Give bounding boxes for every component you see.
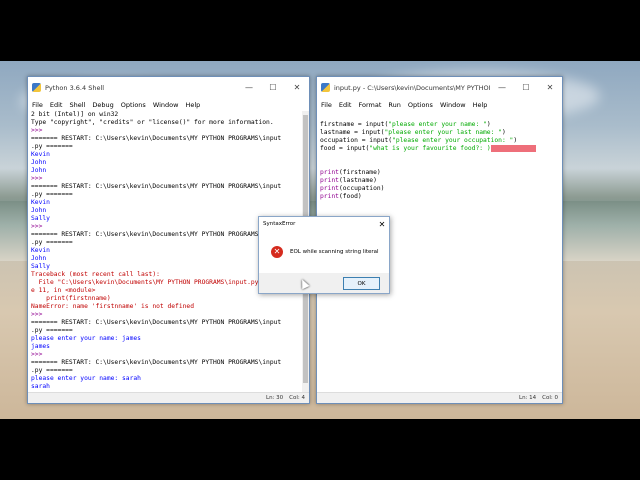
shell-line: sarah (31, 383, 50, 390)
shell-line: >>> (31, 175, 47, 182)
code-token: ) (513, 137, 518, 144)
menu-file[interactable]: File (321, 101, 332, 109)
close-button[interactable]: ✕ (285, 77, 309, 98)
shell-line: Kevin (31, 199, 50, 206)
editor-menubar: File Edit Format Run Options Window Help (317, 98, 562, 111)
line-number: Ln: 30 (266, 395, 284, 401)
ok-button[interactable]: OK (343, 277, 380, 290)
menu-file[interactable]: File (32, 101, 43, 109)
code-token: print (320, 169, 339, 176)
dialog-footer: OK (259, 273, 389, 293)
shell-line: james (31, 343, 50, 350)
code-line: occupation = input("please enter your oc… (320, 137, 562, 145)
error-message: EOL while scanning string literal (290, 249, 379, 255)
code-line: print(lastname) (320, 177, 562, 185)
shell-line: ======= RESTART: C:\Users\kevin\Document… (31, 359, 282, 366)
shell-line: Kevin (31, 151, 50, 158)
menu-options[interactable]: Options (408, 101, 433, 109)
python-icon (321, 83, 330, 92)
shell-line: >>> (31, 127, 47, 134)
code-line: firstname = input("please enter your nam… (320, 121, 562, 129)
code-token: "please enter your name: " (388, 121, 487, 128)
code-token: "please enter your occupation: " (392, 137, 514, 144)
editor-titlebar[interactable]: input.py - C:\Users\kevin\Documents\MY P… (317, 77, 562, 98)
column-number: Col: 4 (289, 395, 305, 401)
menu-format[interactable]: Format (358, 101, 381, 109)
column-number: Col: 0 (542, 395, 558, 401)
close-button[interactable]: ✕ (538, 77, 562, 98)
code-token: (lastname) (338, 177, 377, 184)
shell-line: print(firstnname) (31, 295, 111, 302)
editor-statusbar: Ln: 14 Col: 0 (317, 392, 562, 403)
code-token: "please enter your last name: " (384, 129, 502, 136)
shell-line: ======= RESTART: C:\Users\kevin\Document… (31, 135, 282, 142)
error-icon: ✕ (271, 246, 283, 258)
dialog-titlebar[interactable]: SyntaxError ✕ (259, 217, 389, 231)
minimize-button[interactable]: — (237, 77, 261, 98)
menu-run[interactable]: Run (388, 101, 400, 109)
shell-line: >>> (31, 311, 47, 318)
shell-line: .py ======= (31, 191, 73, 198)
code-token: lastname = input( (320, 129, 385, 136)
menu-help[interactable]: Help (185, 101, 200, 109)
shell-line: please enter your name: james (31, 335, 141, 342)
code-line: print(food) (320, 193, 562, 201)
code-token: (occupation) (338, 185, 385, 192)
shell-line: please enter your name: sarah (31, 375, 141, 382)
code-line: print(occupation) (320, 185, 562, 193)
code-token: (firstname) (338, 169, 381, 176)
shell-line: >>> (31, 351, 47, 358)
shell-line: 2 bit (Intel)] on win32 (31, 111, 119, 118)
menu-help[interactable]: Help (473, 101, 488, 109)
menu-edit[interactable]: Edit (339, 101, 352, 109)
dialog-title: SyntaxError (263, 221, 296, 227)
menu-edit[interactable]: Edit (50, 101, 63, 109)
minimize-button[interactable]: — (490, 77, 514, 98)
code-token: print (320, 177, 339, 184)
syntax-error-dialog[interactable]: SyntaxError ✕ ✕ EOL while scanning strin… (258, 216, 390, 294)
shell-line: .py ======= (31, 143, 73, 150)
code-line: food = input("what is your favourite foo… (320, 145, 562, 153)
shell-line: .py ======= (31, 327, 73, 334)
dialog-body: ✕ EOL while scanning string literal (259, 231, 389, 273)
code-token: "what is your favourite food?: ) (369, 145, 491, 152)
menu-options[interactable]: Options (121, 101, 146, 109)
code-token: print (320, 185, 339, 192)
shell-window-title: Python 3.6.4 Shell (45, 83, 105, 92)
shell-line: ======= RESTART: C:\Users\kevin\Document… (31, 319, 282, 326)
shell-menubar: File Edit Shell Debug Options Window Help (28, 98, 309, 111)
code-line: print(firstname) (320, 169, 562, 177)
maximize-button[interactable]: ☐ (514, 77, 538, 98)
code-token: ) (501, 129, 506, 136)
editor-window-title: input.py - C:\Users\kevin\Documents\MY P… (334, 83, 490, 92)
line-number: Ln: 14 (519, 395, 537, 401)
shell-line: John (31, 167, 47, 174)
code-line: lastname = input("please enter your last… (320, 129, 562, 137)
menu-debug[interactable]: Debug (92, 101, 113, 109)
code-token: food = input( (320, 145, 370, 152)
code-token: (food) (338, 193, 362, 200)
shell-statusbar: Ln: 30 Col: 4 (28, 392, 309, 403)
shell-line: Type "copyright", "credits" or "license(… (31, 119, 274, 126)
shell-line: ======= RESTART: C:\Users\kevin\Document… (31, 183, 282, 190)
shell-line: .py ======= (31, 367, 73, 374)
close-icon[interactable]: ✕ (375, 220, 389, 229)
menu-window[interactable]: Window (440, 101, 466, 109)
shell-titlebar[interactable]: Python 3.6.4 Shell — ☐ ✕ (28, 77, 309, 98)
maximize-button[interactable]: ☐ (261, 77, 285, 98)
python-icon (32, 83, 41, 92)
code-token: occupation = input( (320, 137, 393, 144)
code-token: print (320, 193, 339, 200)
shell-line: John (31, 159, 47, 166)
code-token: ) (486, 121, 491, 128)
menu-shell[interactable]: Shell (69, 101, 85, 109)
menu-window[interactable]: Window (153, 101, 179, 109)
code-token: firstname = input( (320, 121, 389, 128)
shell-line: John (31, 207, 47, 214)
shell-line: NameError: name 'firstnname' is not defi… (31, 303, 195, 310)
error-highlight (490, 145, 537, 152)
